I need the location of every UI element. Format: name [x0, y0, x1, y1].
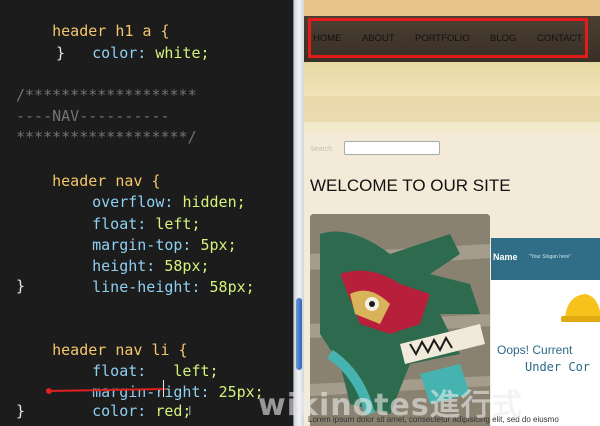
search-label: Search	[310, 146, 333, 153]
hard-hat-icon	[561, 294, 600, 322]
code-line: margin-top: 5px;	[56, 212, 237, 254]
thumbnail-name: Name	[493, 252, 518, 262]
css-value: 58px;	[209, 278, 255, 296]
css-value: white;	[155, 44, 210, 62]
code-line: }	[16, 402, 26, 420]
thumbnail-slogan: "Your Slogan here"	[529, 254, 572, 260]
browser-preview: HOME ABOUT PORTFOLIO BLOG CONTACT Search…	[304, 0, 600, 426]
watermark: wikinotes進行式	[258, 388, 523, 423]
scrollbar-thumb[interactable]	[296, 298, 302, 370]
code-line: color: white;	[56, 20, 209, 62]
code-line: overflow: hidden;	[56, 169, 246, 211]
code-line: }	[16, 277, 26, 295]
text-caret	[163, 380, 164, 397]
thumbnail-under-construction: Under Cor	[525, 360, 591, 374]
code-line: float: left;	[56, 338, 218, 380]
code-line: header h1 a {	[16, 0, 169, 40]
css-value: red;	[155, 402, 192, 420]
code-editor[interactable]: header h1 a { color: white; } /*********…	[0, 0, 293, 426]
nav-highlight-box	[308, 18, 588, 58]
ibeam-cursor-icon: I	[188, 404, 192, 418]
code-comment: ----NAV----------	[16, 107, 170, 125]
page-heading: WELCOME TO OUR SITE	[310, 176, 511, 195]
editor-scrollbar[interactable]	[293, 0, 304, 426]
code-line: header nav {	[16, 148, 160, 190]
thumbnail-oops-text: Oops! Current	[497, 343, 573, 357]
css-property: color:	[92, 402, 147, 420]
code-comment: *******************/	[16, 128, 197, 146]
page-top-strip	[304, 0, 600, 16]
code-comment: /*******************	[16, 86, 197, 104]
css-value: 25px;	[218, 383, 264, 401]
code-line: line-height: 58px;	[56, 254, 255, 296]
css-property: color:	[92, 44, 147, 62]
code-line: header nav li {	[16, 317, 187, 359]
css-property: line-height:	[92, 278, 201, 296]
code-line: height: 58px;	[56, 233, 209, 275]
code-line: float: left;	[56, 191, 200, 233]
search-input[interactable]	[344, 141, 440, 155]
code-line: }	[56, 44, 66, 62]
header-band-shade	[304, 96, 600, 122]
